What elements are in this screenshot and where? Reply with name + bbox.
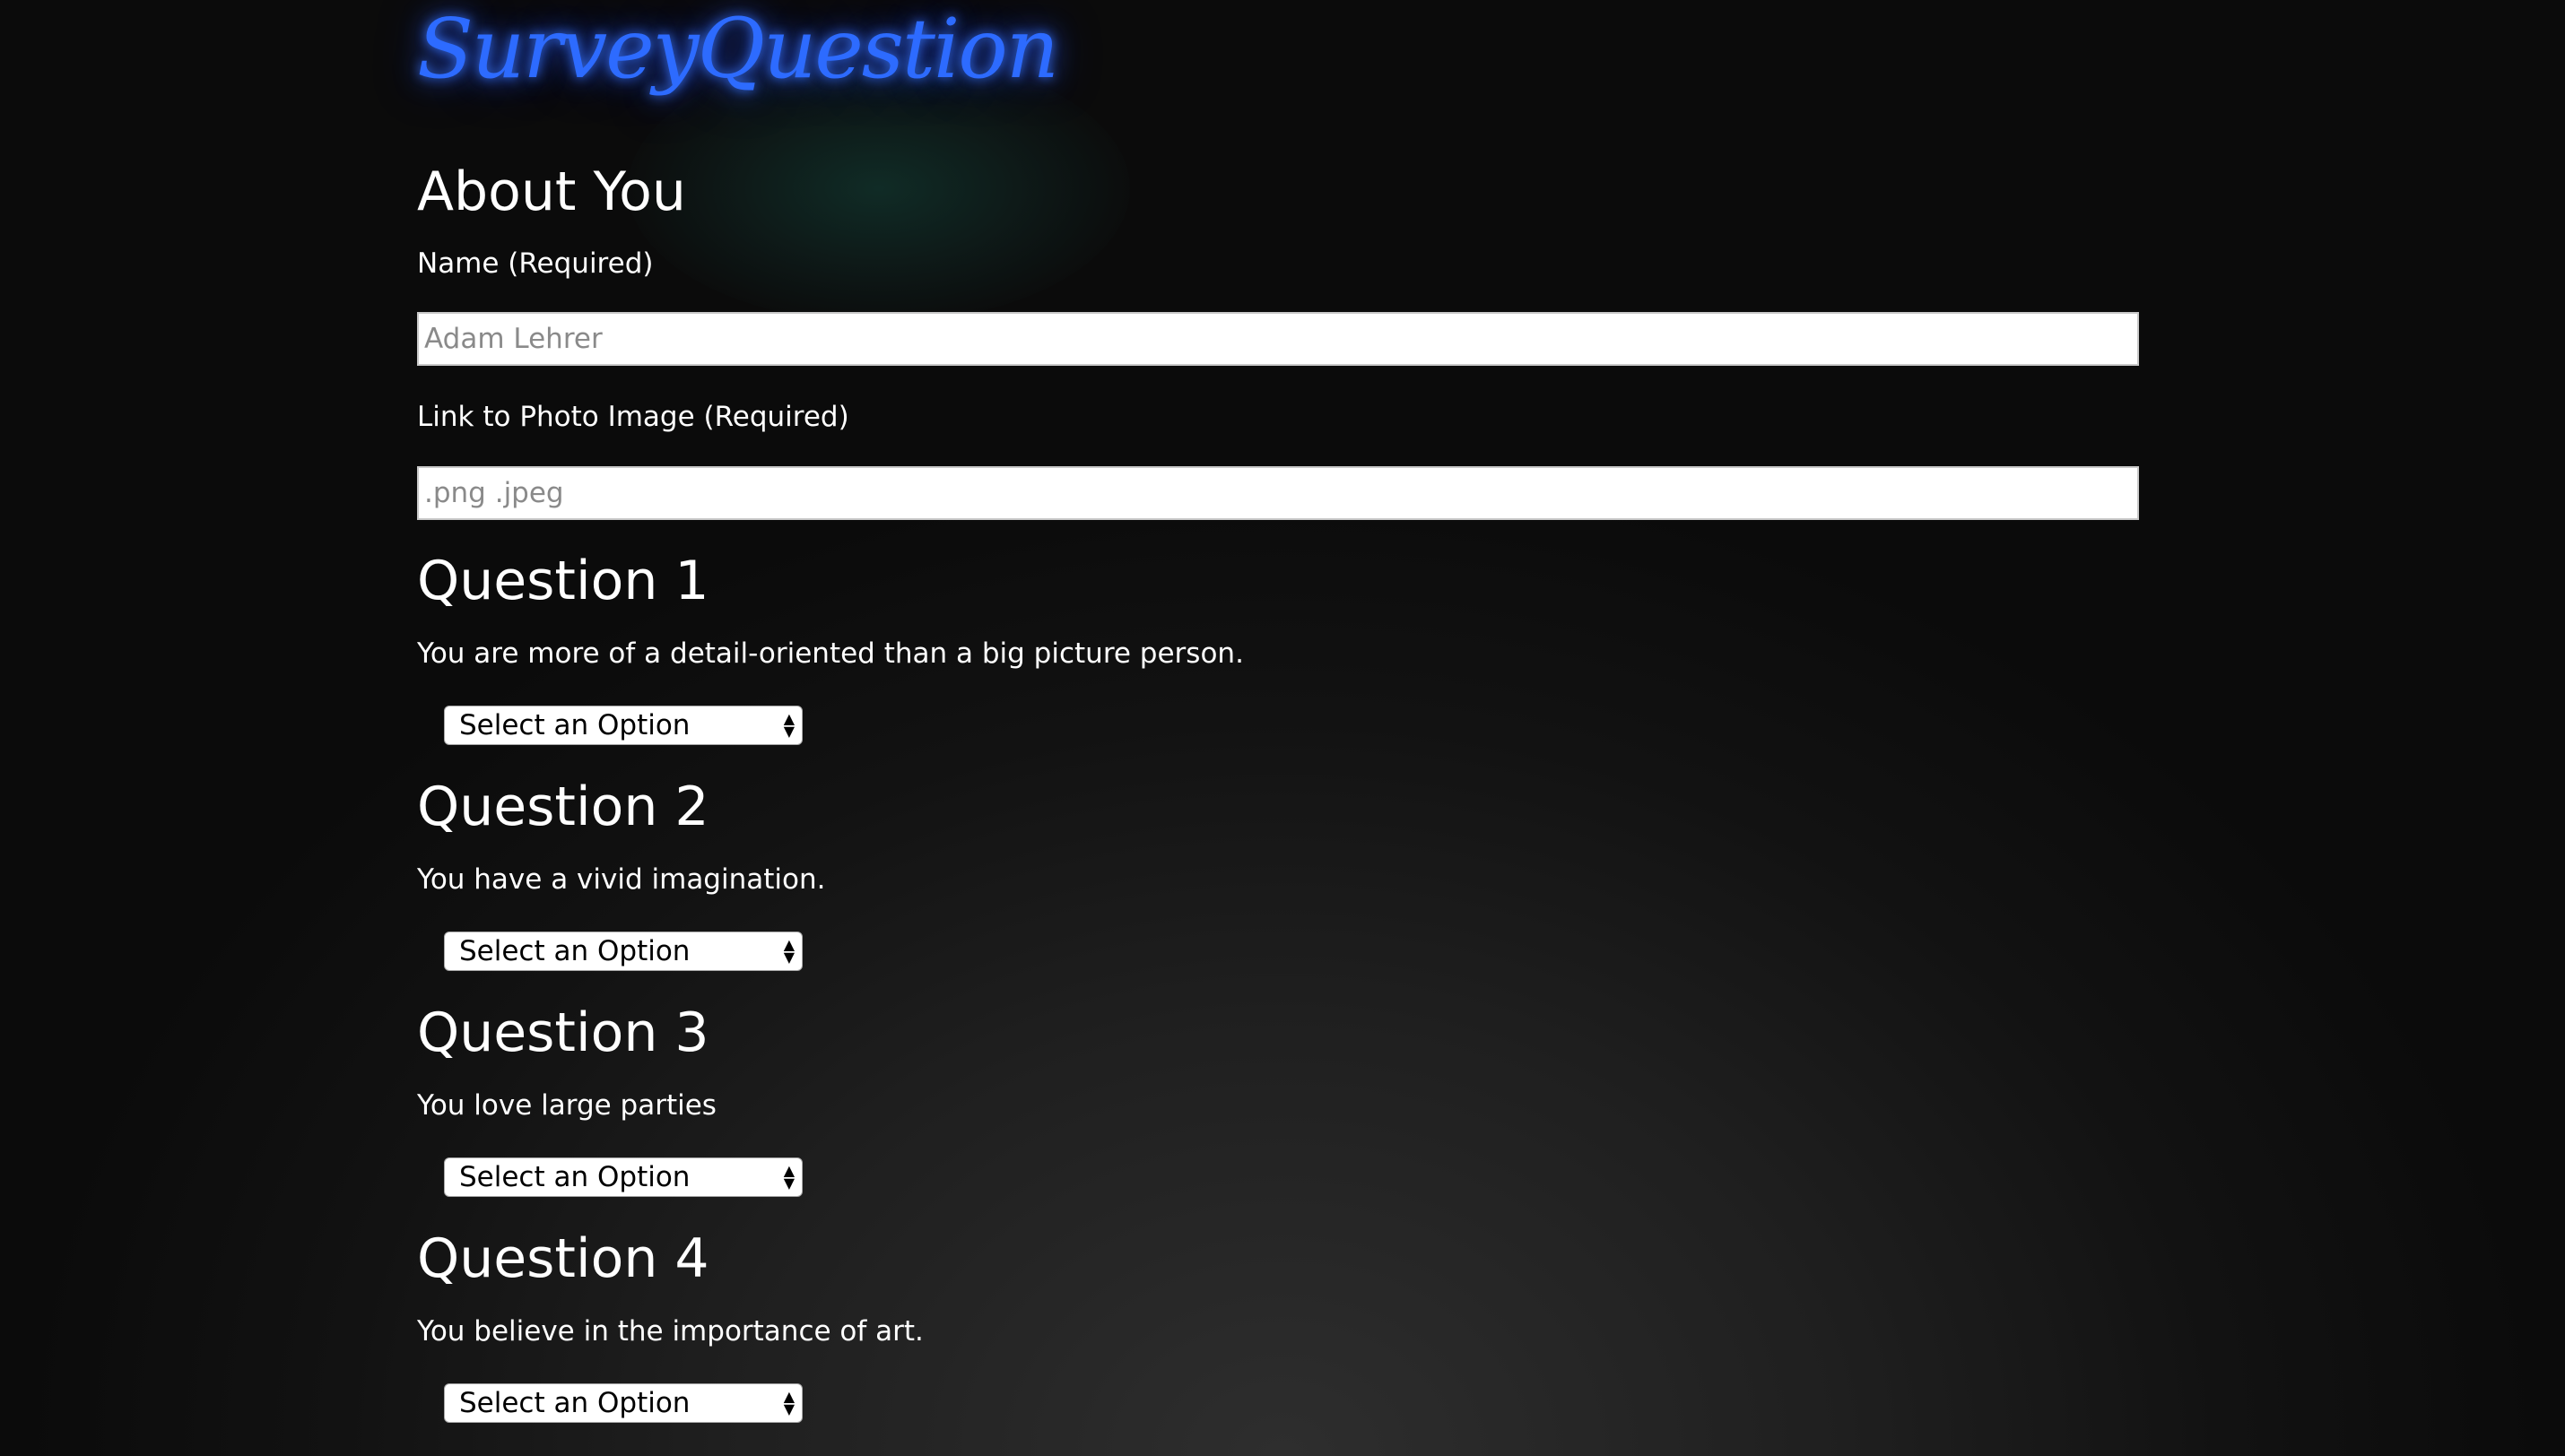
- question-4-text: You believe in the importance of art.: [417, 1315, 924, 1348]
- up-down-arrows-icon: ▲ ▼: [783, 1162, 795, 1192]
- question-1-select-value: Select an Option: [459, 709, 691, 741]
- name-label: Name (Required): [417, 247, 654, 280]
- question-3-text: You love large parties: [417, 1089, 717, 1122]
- question-2-heading: Question 2: [417, 776, 709, 838]
- about-you-heading: About You: [417, 160, 686, 223]
- question-3-heading: Question 3: [417, 1001, 709, 1064]
- question-3-select[interactable]: Select an Option ▲ ▼: [444, 1157, 803, 1197]
- up-down-arrows-icon: ▲ ▼: [783, 936, 795, 966]
- photo-link-label: Link to Photo Image (Required): [417, 401, 849, 433]
- question-2-text: You have a vivid imagination.: [417, 863, 826, 896]
- question-4-heading: Question 4: [417, 1227, 709, 1290]
- question-4-select-value: Select an Option: [459, 1387, 691, 1419]
- up-down-arrows-icon: ▲ ▼: [783, 1388, 795, 1417]
- question-1-heading: Question 1: [417, 550, 709, 612]
- question-3-select-value: Select an Option: [459, 1161, 691, 1193]
- photo-link-input[interactable]: [417, 466, 2139, 520]
- name-input[interactable]: [417, 312, 2139, 366]
- question-1-text: You are more of a detail-oriented than a…: [417, 637, 1244, 670]
- question-4-select[interactable]: Select an Option ▲ ▼: [444, 1383, 803, 1423]
- question-1-select[interactable]: Select an Option ▲ ▼: [444, 706, 803, 745]
- question-2-select-value: Select an Option: [459, 935, 691, 967]
- site-logo[interactable]: SurveyQuestion: [417, 0, 1059, 99]
- question-2-select[interactable]: Select an Option ▲ ▼: [444, 932, 803, 971]
- up-down-arrows-icon: ▲ ▼: [783, 710, 795, 740]
